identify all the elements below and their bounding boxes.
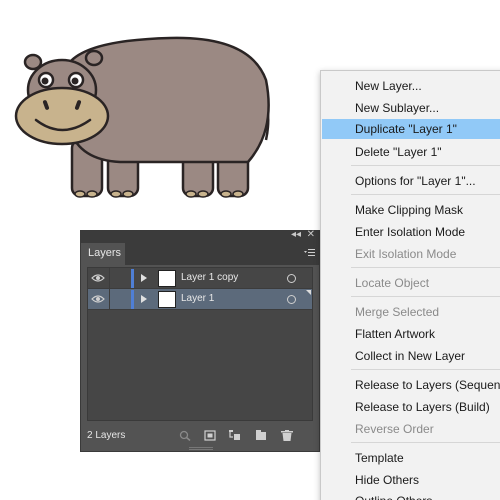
menu-separator [351,296,500,297]
layers-context-menu: New Layer... New Sublayer... Duplicate "… [320,70,500,500]
target-circle-icon[interactable] [287,295,296,304]
panel-footer: 2 Layers [81,424,319,446]
menu-item-release-to-layers-build[interactable]: Release to Layers (Build) [322,397,500,417]
menu-separator [351,442,500,443]
column-divider [109,289,110,310]
layer-row-layer-1[interactable]: Layer 1 [88,289,312,310]
menu-item-merge-selected[interactable]: Merge Selected [322,302,500,322]
visibility-eye-icon[interactable] [91,273,105,283]
column-divider [109,268,110,289]
menu-item-outline-others[interactable]: Outline Others [322,491,500,500]
panel-tab-bar: Layers [81,243,319,265]
locate-object-icon[interactable] [179,430,191,441]
layer-color-indicator [131,269,134,288]
expand-arrow-icon[interactable] [141,274,147,282]
layer-name[interactable]: Layer 1 [181,293,214,304]
menu-item-collect-in-new-layer[interactable]: Collect in New Layer [322,346,500,366]
menu-item-layer-options[interactable]: Options for "Layer 1"... [322,171,500,191]
menu-separator [351,369,500,370]
layer-color-indicator [131,290,134,309]
create-sublayer-icon[interactable] [229,430,241,441]
make-clipping-mask-icon[interactable] [204,430,216,441]
menu-separator [351,165,500,166]
menu-separator [351,267,500,268]
menu-separator [351,194,500,195]
close-panel-icon[interactable]: ✕ [307,229,315,240]
layer-name[interactable]: Layer 1 copy [181,272,238,283]
menu-item-new-sublayer[interactable]: New Sublayer... [322,98,500,118]
menu-item-reverse-order[interactable]: Reverse Order [322,419,500,439]
create-new-layer-icon[interactable] [255,430,267,441]
layer-thumbnail [158,270,176,287]
selection-indicator-icon [306,290,311,295]
tab-layers[interactable]: Layers [81,243,125,265]
layers-panel: ◂◂ ✕ Layers Layer 1 copy Layer 1 2 Layer… [80,229,320,452]
layer-row-layer-1-copy[interactable]: Layer 1 copy [88,268,312,289]
menu-item-enter-isolation-mode[interactable]: Enter Isolation Mode [322,222,500,242]
menu-item-template[interactable]: Template [322,448,500,468]
layer-thumbnail [158,291,176,308]
panel-title-bar[interactable]: ◂◂ ✕ [81,229,319,243]
menu-item-delete-layer[interactable]: Delete "Layer 1" [322,142,500,162]
menu-item-flatten-artwork[interactable]: Flatten Artwork [322,324,500,344]
menu-item-locate-object[interactable]: Locate Object [322,273,500,293]
visibility-eye-icon[interactable] [91,294,105,304]
menu-item-make-clipping-mask[interactable]: Make Clipping Mask [322,200,500,220]
menu-item-hide-others[interactable]: Hide Others [322,470,500,490]
target-circle-icon[interactable] [287,274,296,283]
menu-item-duplicate-layer[interactable]: Duplicate "Layer 1" [322,119,500,139]
layer-count: 2 Layers [87,430,126,441]
collapse-panel-icon[interactable]: ◂◂ [291,229,301,240]
layers-list: Layer 1 copy Layer 1 [87,267,313,421]
menu-item-exit-isolation-mode[interactable]: Exit Isolation Mode [322,244,500,264]
hippo-artwork[interactable] [0,0,300,220]
delete-layer-icon[interactable] [281,430,293,441]
panel-resize-grip[interactable] [189,447,213,450]
menu-item-new-layer[interactable]: New Layer... [322,76,500,96]
menu-item-release-to-layers-sequence[interactable]: Release to Layers (Sequence) [322,375,500,395]
panel-menu-icon[interactable] [303,247,315,259]
expand-arrow-icon[interactable] [141,295,147,303]
